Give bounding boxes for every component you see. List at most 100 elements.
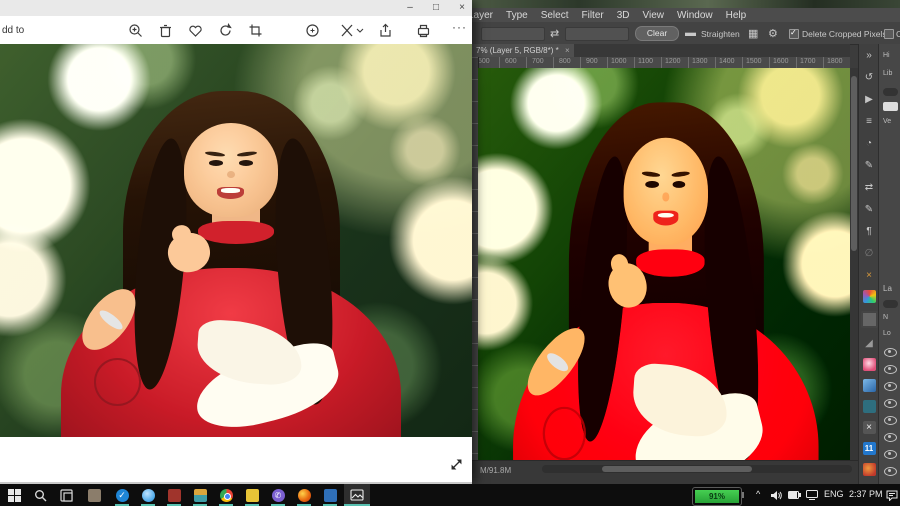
tab-close-icon[interactable]: × (565, 46, 570, 55)
taskbar-search-icon[interactable] (28, 484, 52, 506)
menu-window[interactable]: Window (677, 10, 713, 21)
x-thumbnail[interactable]: × (862, 421, 876, 434)
battery-percentage-widget[interactable]: 91% (692, 487, 742, 506)
crop-width-field[interactable] (481, 27, 545, 41)
delete-icon[interactable] (158, 23, 173, 38)
volume-icon[interactable] (768, 484, 784, 506)
running-app-viber[interactable]: ✆ (266, 484, 290, 506)
close-group-icon[interactable]: × (859, 264, 879, 286)
network-display-icon[interactable] (804, 484, 820, 506)
clear-button[interactable]: Clear (635, 26, 679, 41)
delete-cropped-pixels-checkbox[interactable] (789, 28, 799, 39)
paragraph-panel-icon[interactable]: ¶ (859, 220, 879, 242)
numbered-thumbnail[interactable]: 11 (862, 442, 876, 455)
layer-visibility-eye-icon[interactable] (884, 382, 897, 391)
frame-panel-icon[interactable] (860, 311, 878, 328)
info-panel-icon[interactable]: ◔ (859, 132, 879, 154)
resize-diagonal-icon[interactable] (450, 458, 463, 471)
active-app-photos[interactable] (344, 484, 370, 506)
libraries-tab-label[interactable]: Lib (883, 70, 892, 77)
straighten-label[interactable]: Straighten (701, 29, 740, 39)
library-search-field[interactable] (883, 88, 898, 96)
crop-settings-gear-icon[interactable]: ⚙ (768, 27, 778, 40)
menu-select[interactable]: Select (541, 10, 569, 21)
blend-mode-fragment[interactable]: N (883, 314, 888, 321)
clock[interactable]: 2:37 PM (849, 489, 883, 499)
favorite-heart-icon[interactable] (188, 23, 203, 38)
start-button[interactable] (2, 484, 26, 506)
share-icon[interactable] (378, 23, 393, 38)
running-app-check[interactable]: ✓ (110, 484, 134, 506)
see-more-icon[interactable]: ··· (452, 20, 467, 34)
history-panel-icon[interactable]: ↺ (859, 66, 879, 88)
maximize-button[interactable]: □ (424, 0, 448, 16)
menu-3d[interactable]: 3D (617, 10, 630, 21)
menu-filter[interactable]: Filter (582, 10, 604, 21)
minimize-button[interactable]: – (398, 0, 422, 16)
layer-visibility-eye-icon[interactable] (884, 365, 897, 374)
print-icon[interactable] (416, 23, 431, 38)
menu-layer[interactable]: Layer (472, 10, 493, 21)
content-aware-checkbox[interactable] (884, 29, 894, 39)
layer-visibility-eye-icon[interactable] (884, 467, 897, 476)
menu-view[interactable]: View (643, 10, 665, 21)
muted-panel-icon[interactable]: ∅ (859, 242, 879, 264)
layers-tab-label[interactable]: La (883, 284, 892, 293)
color-wheel-icon[interactable] (862, 290, 876, 303)
close-button[interactable]: × (450, 0, 474, 16)
menu-type[interactable]: Type (506, 10, 528, 21)
layer-visibility-eye-icon[interactable] (884, 450, 897, 459)
running-app-blue[interactable] (318, 484, 342, 506)
document-tab[interactable]: 7% (Layer 5, RGB/8*) * × (472, 44, 574, 57)
horizontal-scrollbar[interactable] (542, 465, 852, 473)
language-indicator[interactable]: ENG (824, 489, 844, 499)
library-button-fragment[interactable] (883, 102, 898, 111)
actions-panel-icon[interactable]: ▶ (859, 88, 879, 110)
layer-visibility-eye-icon[interactable] (884, 433, 897, 442)
running-app-messenger[interactable] (136, 484, 160, 506)
crop-options-bar: ⇄ Clear ▬ Straighten ▦ ⚙ Delete Cropped … (472, 22, 900, 45)
pink-thumbnail[interactable] (862, 358, 876, 371)
brush-settings-icon[interactable]: ✎ (859, 154, 879, 176)
collapse-panels-icon[interactable]: » (859, 44, 879, 66)
enhance-icon[interactable] (305, 23, 320, 38)
layer-visibility-eye-icon[interactable] (884, 399, 897, 408)
running-app-chrome[interactable] (214, 484, 238, 506)
delete-cropped-pixels-label[interactable]: Delete Cropped Pixels (802, 29, 887, 39)
notification-center-icon[interactable] (884, 484, 900, 506)
orange-thumbnail[interactable] (862, 463, 876, 476)
layer-visibility-eye-icon[interactable] (884, 416, 897, 425)
running-app-folder[interactable] (188, 484, 212, 506)
rotate-icon[interactable] (218, 23, 233, 38)
adjustments-panel-icon[interactable]: ≡ (859, 110, 879, 132)
menu-help[interactable]: Help (726, 10, 747, 21)
cone-3d-icon[interactable]: ◢ (859, 332, 879, 354)
swap-dimensions-icon[interactable]: ⇄ (550, 27, 559, 40)
overlay-grid-icon[interactable]: ▦ (748, 27, 758, 40)
pen-paths-icon[interactable]: ✎ (859, 198, 879, 220)
vertical-scrollbar[interactable] (850, 68, 858, 460)
running-app-firefox[interactable] (292, 484, 316, 506)
pinned-app-briefcase[interactable] (82, 484, 106, 506)
crop-icon[interactable] (248, 23, 263, 38)
tray-chevron-icon[interactable]: ^ (756, 489, 760, 499)
zoom-icon[interactable] (128, 23, 143, 38)
crop-height-field[interactable] (565, 27, 629, 41)
blue-thumbnail[interactable] (862, 379, 876, 392)
layer-visibility-eye-icon[interactable] (884, 348, 897, 357)
photoshop-canvas[interactable] (478, 68, 850, 460)
histogram-tab-label[interactable]: Hi (883, 52, 890, 59)
edit-create-icon[interactable] (340, 23, 364, 38)
tray-battery-icon[interactable] (786, 484, 802, 506)
task-view-icon[interactable] (54, 484, 78, 506)
add-to-label[interactable]: dd to (2, 25, 24, 36)
content-aware-label[interactable]: Content-Aware (896, 29, 900, 39)
running-app-notes[interactable] (240, 484, 264, 506)
teal-thumbnail[interactable] (862, 400, 876, 413)
running-app-red[interactable] (162, 484, 186, 506)
layer-filter-field[interactable] (883, 300, 898, 308)
straighten-icon[interactable]: ▬ (685, 27, 696, 39)
tool-presets-icon[interactable]: ⇄ (859, 176, 879, 198)
photos-titlebar[interactable]: – □ × (0, 0, 472, 16)
photos-image-view[interactable] (0, 44, 472, 437)
